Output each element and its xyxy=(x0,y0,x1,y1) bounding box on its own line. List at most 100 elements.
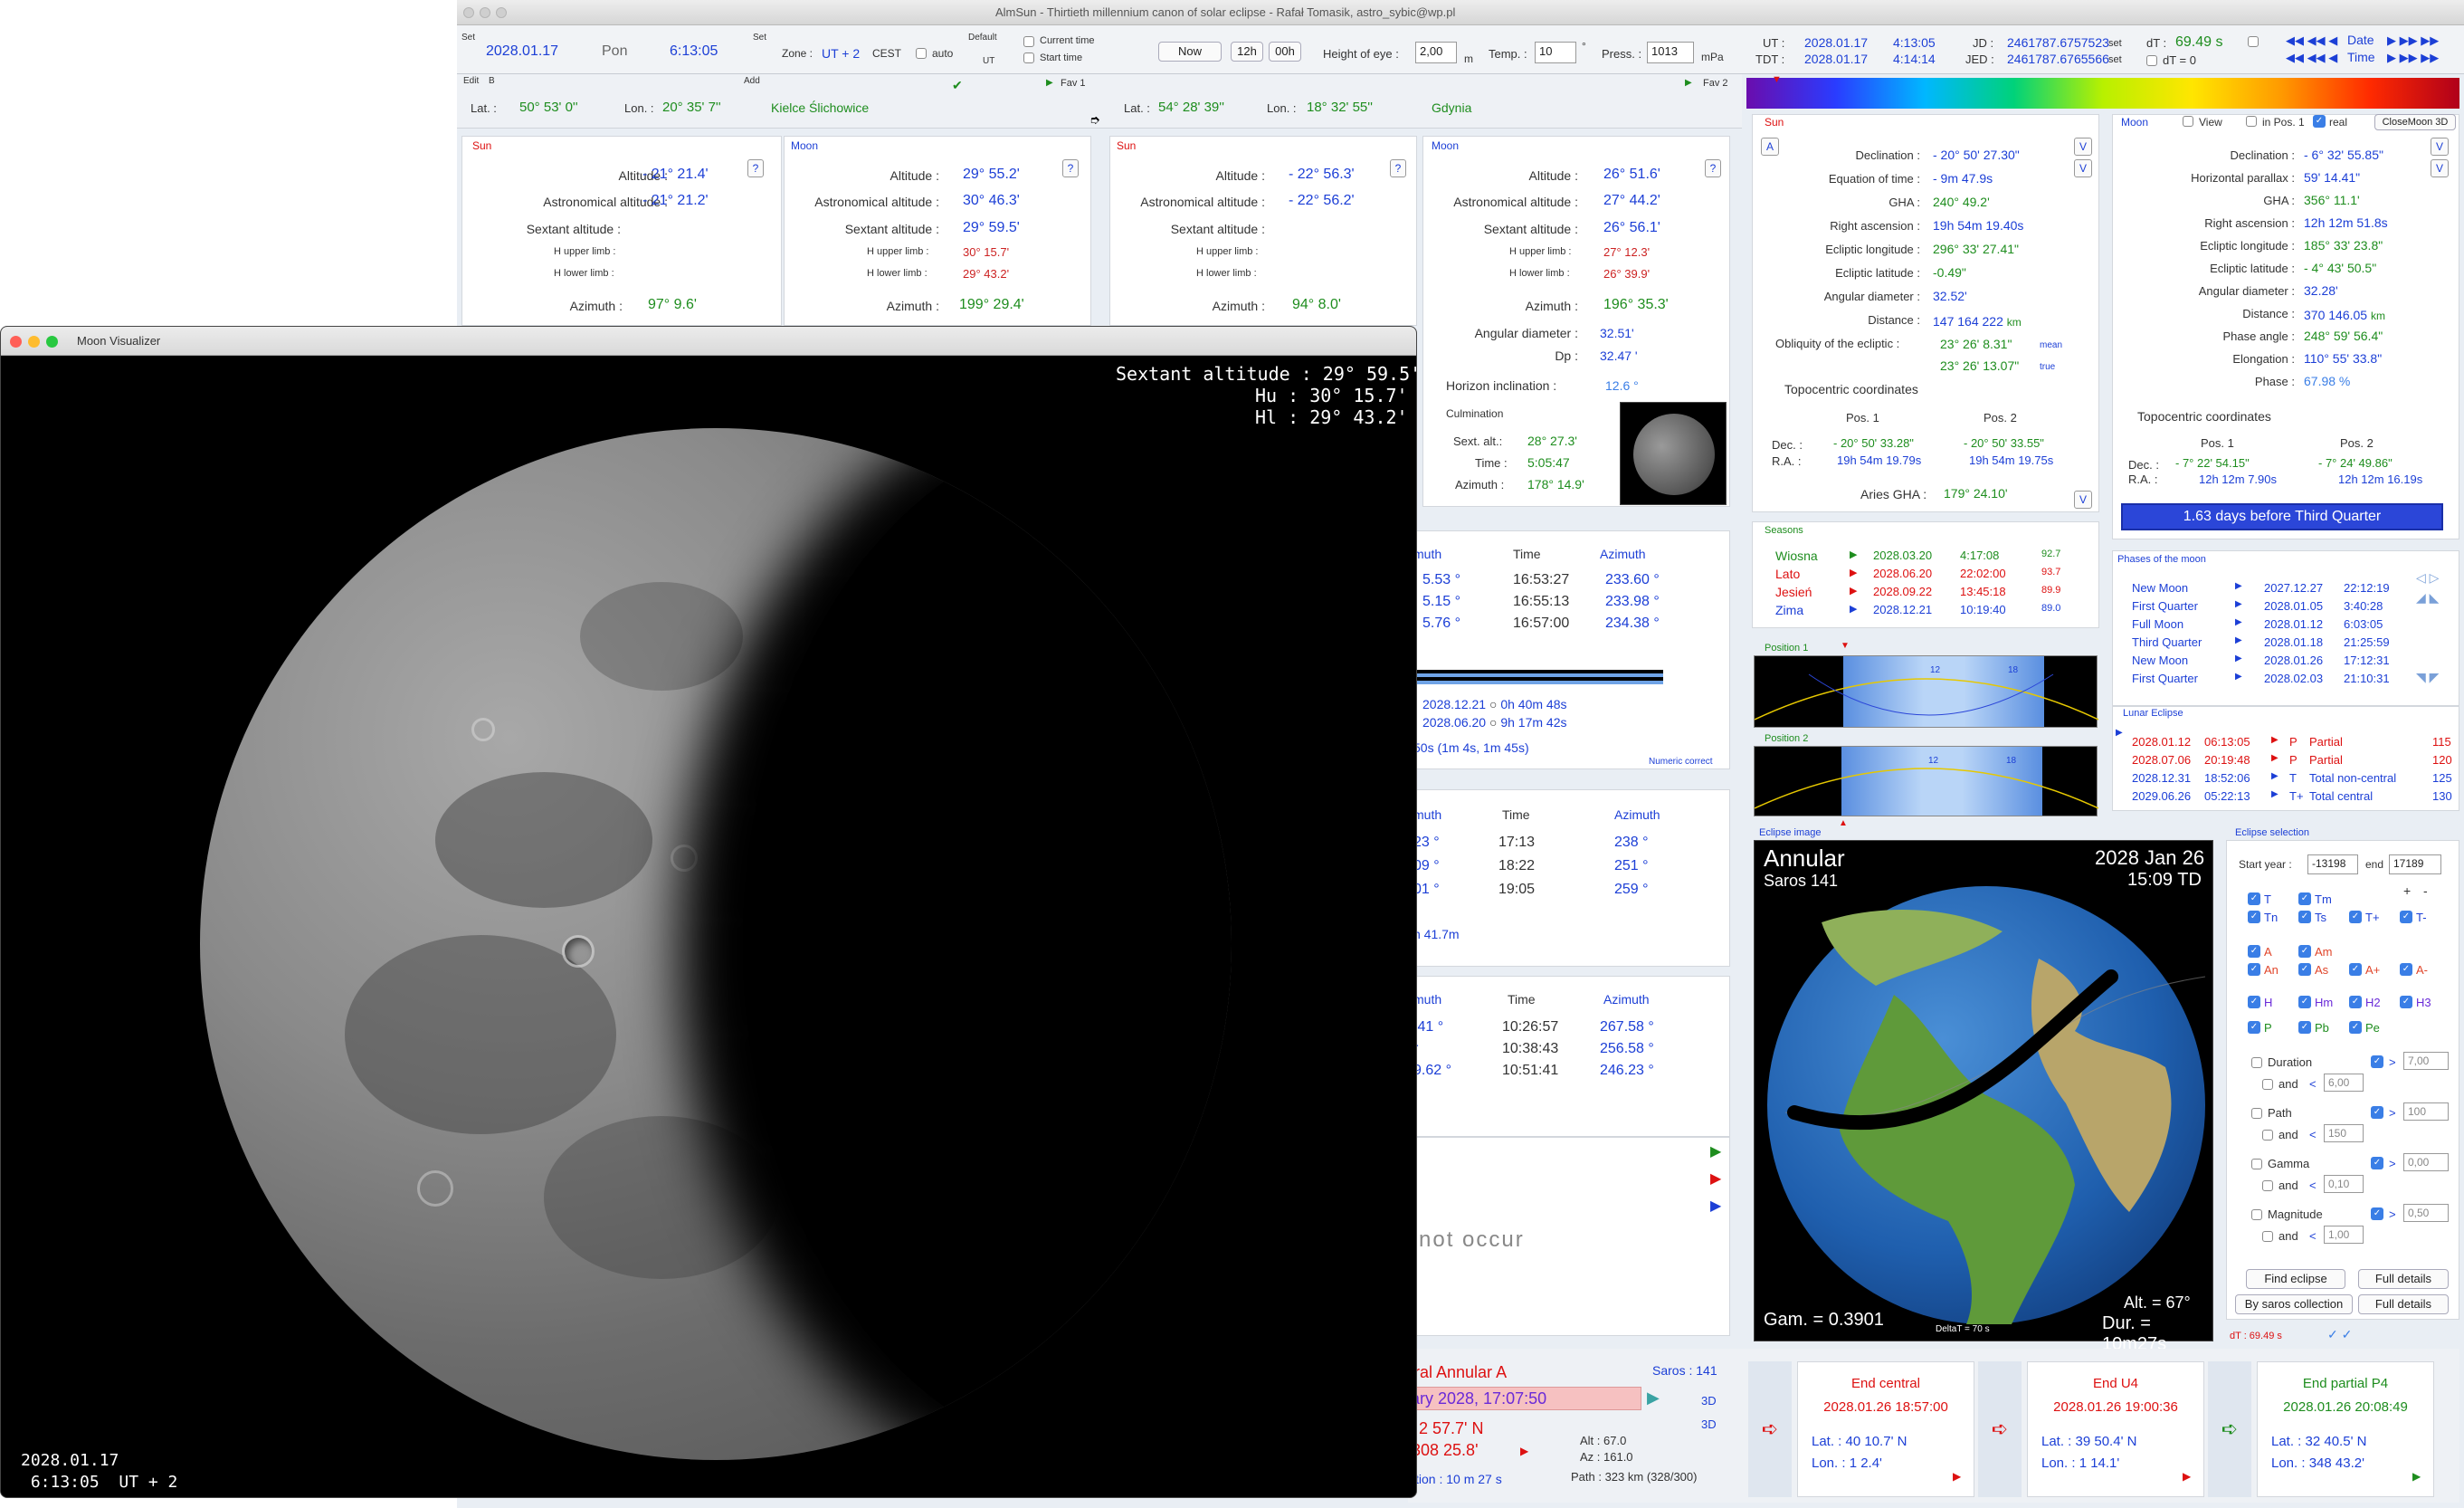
season-play-icon[interactable]: ▶ xyxy=(1850,567,1857,578)
checkbox-A+[interactable]: ✓ xyxy=(2349,963,2362,976)
minimize-window-button[interactable] xyxy=(480,7,490,18)
filter-gt-checkbox[interactable]: ✓ xyxy=(2371,1055,2383,1068)
mv-minimize-button[interactable] xyxy=(28,336,40,348)
by-saros-button[interactable]: By saros collection xyxy=(2235,1294,2353,1314)
checkbox-Ts[interactable]: ✓ xyxy=(2298,911,2311,923)
end-year-input[interactable]: 17189 xyxy=(2389,854,2441,874)
minus-button[interactable]: - xyxy=(2423,883,2428,898)
fav1-button[interactable]: Fav 1 xyxy=(1061,78,1086,89)
in-pos1-checkbox[interactable] xyxy=(2246,116,2257,127)
press-input[interactable]: 1013 xyxy=(1647,42,1694,63)
phases-nav-up[interactable]: ◢ ◣ xyxy=(2416,590,2439,606)
loc1-lat[interactable]: 50° 53' 0'' xyxy=(519,100,578,115)
lunar-play-icon[interactable]: ▶ xyxy=(2271,735,2278,745)
ut-button[interactable]: UT xyxy=(983,56,994,66)
checkbox-As[interactable]: ✓ xyxy=(2298,963,2311,976)
edit-location-button[interactable]: Edit xyxy=(463,76,479,86)
play-green-icon[interactable]: ▶ xyxy=(1710,1142,1721,1160)
start-year-input[interactable]: -13198 xyxy=(2307,854,2358,874)
filter-gt-checkbox[interactable]: ✓ xyxy=(2371,1207,2383,1220)
moon-thumbnail[interactable] xyxy=(1620,402,1727,505)
contact-arrow-icon[interactable]: ➪ xyxy=(1748,1361,1792,1497)
confirm-check-icon[interactable]: ✔ xyxy=(952,78,963,93)
now-button[interactable]: Now xyxy=(1158,42,1222,62)
date-prev-arrows[interactable]: ◀◀ ◀◀ ◀ xyxy=(2286,33,2337,48)
phase-play-icon[interactable]: ▶ xyxy=(2235,599,2242,609)
closemoon-3d-button[interactable]: CloseMoon 3D xyxy=(2374,114,2456,130)
filter-checkbox[interactable] xyxy=(2251,1159,2262,1169)
dt-zero-checkbox[interactable] xyxy=(2146,55,2157,66)
zoom-window-button[interactable] xyxy=(496,7,507,18)
phase-play-icon[interactable]: ▶ xyxy=(2235,654,2242,663)
filter-and-checkbox[interactable] xyxy=(2262,1180,2273,1191)
view-checkbox[interactable] xyxy=(2183,116,2193,127)
filter-and-checkbox[interactable] xyxy=(2262,1079,2273,1090)
checkbox-P[interactable]: ✓ xyxy=(2248,1021,2260,1034)
zone-value[interactable]: UT + 2 xyxy=(822,46,860,61)
3d-button-2[interactable]: 3D xyxy=(1701,1417,1717,1431)
checkbox-A[interactable]: ✓ xyxy=(2248,945,2260,958)
eclipse-date-field[interactable]: ary 2028, 17:07:50 xyxy=(1408,1387,1641,1410)
phase-play-icon[interactable]: ▶ xyxy=(2235,672,2242,682)
contact-play-icon[interactable]: ▶ xyxy=(2183,1470,2191,1483)
mv-zoom-button[interactable] xyxy=(46,336,58,348)
play-red-icon[interactable]: ▶ xyxy=(1710,1169,1721,1188)
current-time-checkbox[interactable] xyxy=(1023,36,1034,47)
loc2-lon[interactable]: 18° 32' 55'' xyxy=(1307,100,1373,115)
temp-input[interactable]: 10 xyxy=(1535,42,1576,63)
phases-nav-down[interactable]: ◥ ◤ xyxy=(2416,670,2439,685)
swap-locations-icon[interactable]: ➮ xyxy=(1089,112,1100,128)
contact-play-icon[interactable]: ▶ xyxy=(2412,1470,2421,1483)
phases-nav-arrows[interactable]: ◁ ▷ xyxy=(2416,570,2439,586)
sun-v-button-1[interactable]: V xyxy=(2074,138,2092,156)
time-prev-arrows[interactable]: ◀◀ ◀◀ ◀ xyxy=(2286,51,2337,65)
phase-play-icon[interactable]: ▶ xyxy=(2235,635,2242,645)
filter-min-input[interactable]: 0,50 xyxy=(2403,1204,2449,1222)
pos1-moon-help-button[interactable]: ? xyxy=(1062,159,1079,177)
loc1-name[interactable]: Kielce Ślichowice xyxy=(771,100,869,115)
eclipse-loc-play-icon[interactable]: ▶ xyxy=(1520,1445,1528,1457)
default-button[interactable]: Default xyxy=(968,33,997,43)
date-value[interactable]: 2028.01.17 xyxy=(486,43,558,60)
full-details-button-2[interactable]: Full details xyxy=(2358,1294,2449,1314)
pos2-sun-help-button[interactable]: ? xyxy=(1390,159,1406,177)
checkbox-T[interactable]: ✓ xyxy=(2248,892,2260,905)
set-jed-button[interactable]: set xyxy=(2108,54,2122,65)
filter-checkbox[interactable] xyxy=(2251,1209,2262,1220)
filter-max-input[interactable]: 6,00 xyxy=(2324,1074,2364,1092)
checkbox-Tn[interactable]: ✓ xyxy=(2248,911,2260,923)
filter-and-checkbox[interactable] xyxy=(2262,1231,2273,1242)
sun-v-button-3[interactable]: V xyxy=(2074,491,2092,509)
eclipse-date-play-icon[interactable]: ▶ xyxy=(1647,1389,1660,1408)
loc2-name[interactable]: Gdynia xyxy=(1432,100,1471,115)
checkbox-H[interactable]: ✓ xyxy=(2248,996,2260,1008)
b-button[interactable]: B xyxy=(489,76,495,86)
add-location-button[interactable]: Add xyxy=(744,76,760,86)
season-play-icon[interactable]: ▶ xyxy=(1850,603,1857,615)
checkbox-T-[interactable]: ✓ xyxy=(2400,911,2412,923)
filter-min-input[interactable]: 7,00 xyxy=(2403,1052,2449,1070)
filter-max-input[interactable]: 0,10 xyxy=(2324,1175,2364,1193)
checkbox-A-[interactable]: ✓ xyxy=(2400,963,2412,976)
season-play-icon[interactable]: ▶ xyxy=(1850,549,1857,560)
moon-v-button-2[interactable]: V xyxy=(2431,159,2449,177)
loc1-lon[interactable]: 20° 35' 7'' xyxy=(662,100,721,115)
auto-checkbox[interactable] xyxy=(916,48,927,59)
checkbox-H3[interactable]: ✓ xyxy=(2400,996,2412,1008)
loc2-lat[interactable]: 54° 28' 39'' xyxy=(1158,100,1224,115)
fav1-play-icon[interactable]: ▶ xyxy=(1046,78,1053,88)
checkbox-Pe[interactable]: ✓ xyxy=(2349,1021,2362,1034)
contact-play-icon[interactable]: ▶ xyxy=(1953,1470,1961,1483)
contact-arrow-icon[interactable]: ➪ xyxy=(2208,1361,2251,1497)
moon-v-button-1[interactable]: V xyxy=(2431,138,2449,156)
lunar-play-icon[interactable]: ▶ xyxy=(2271,753,2278,763)
close-window-button[interactable] xyxy=(463,7,474,18)
checkbox-Am[interactable]: ✓ xyxy=(2298,945,2311,958)
set-date-label[interactable]: Set xyxy=(461,33,475,43)
time-value[interactable]: 6:13:05 xyxy=(670,43,718,60)
filter-max-input[interactable]: 150 xyxy=(2324,1124,2364,1142)
pos1-sun-help-button[interactable]: ? xyxy=(747,159,764,177)
set-time-label[interactable]: Set xyxy=(753,33,766,43)
filter-max-input[interactable]: 1,00 xyxy=(2324,1226,2364,1244)
3d-button-1[interactable]: 3D xyxy=(1701,1394,1717,1408)
